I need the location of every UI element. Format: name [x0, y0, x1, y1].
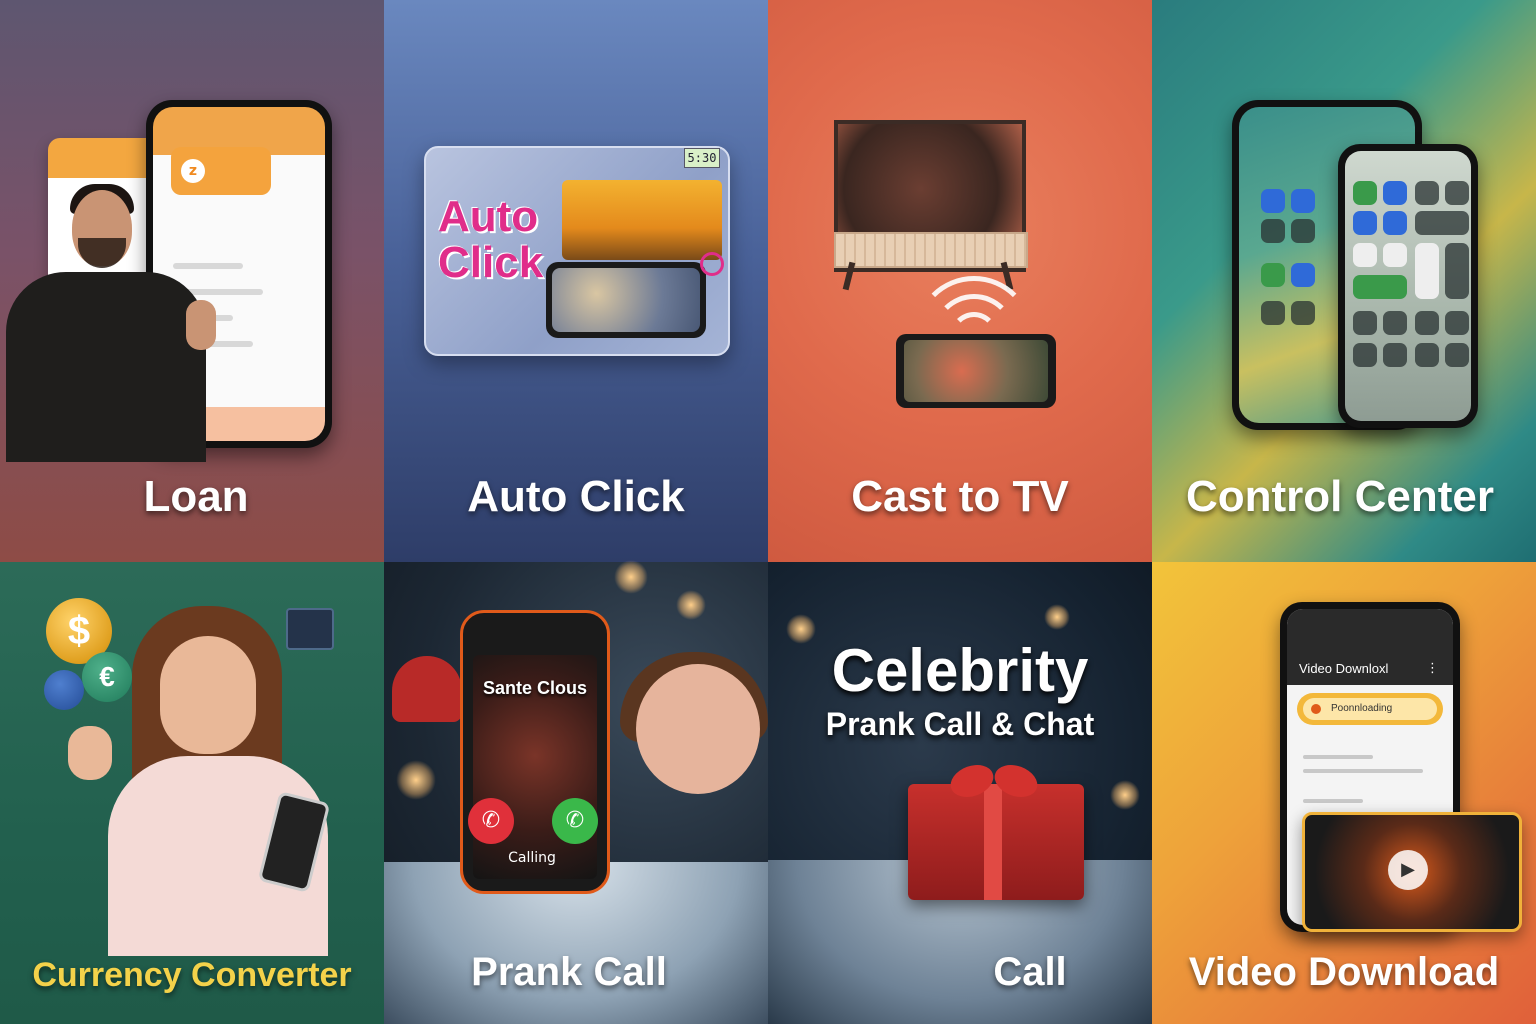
gift-ribbon [984, 784, 1002, 900]
tv-stand [834, 232, 1028, 268]
woman-with-phone [68, 606, 338, 956]
caption-call: Call [993, 950, 1067, 994]
list-line [1303, 769, 1423, 773]
coin-icon [44, 670, 84, 710]
caption-prank-call: Prank Call [471, 950, 667, 994]
target-icon [700, 252, 724, 276]
hangup-icon[interactable]: ✆ [468, 798, 514, 844]
man-pointing [0, 184, 220, 462]
bokeh-light [676, 590, 706, 620]
loan-logo-icon: z [181, 159, 205, 183]
art-title-text: Auto Click [438, 192, 544, 287]
timer-display: 5:30 [684, 148, 720, 168]
caption-control-center: Control Center [1186, 472, 1494, 521]
app-title: Video Downloxl [1299, 661, 1389, 676]
cast-phone [896, 334, 1056, 408]
game-screenshot [562, 180, 722, 260]
santa-hat [392, 656, 462, 722]
caption-cast-to-tv: Cast to TV [851, 472, 1069, 521]
auto-click-phone [546, 262, 706, 338]
call-status: Calling [508, 850, 556, 866]
bokeh-light [1110, 780, 1140, 810]
play-icon[interactable]: ▶ [1388, 850, 1428, 890]
loan-banner: z [171, 147, 271, 195]
celebrity-subtitle: Prank Call & Chat [825, 706, 1095, 742]
bokeh-light [396, 760, 436, 800]
celebrity-title: Celebrity [831, 637, 1089, 704]
download-progress: Poonnloading [1297, 693, 1443, 725]
bokeh-light [614, 560, 648, 594]
girl-face [636, 664, 760, 794]
control-center-phone [1338, 144, 1478, 428]
record-icon [1311, 704, 1321, 714]
list-line [1303, 799, 1363, 803]
caption-currency-converter: Currency Converter [32, 956, 352, 994]
progress-label: Poonnloading [1331, 703, 1393, 714]
app-promo-grid: z Loan 5:30 Auto Click Auto Click Cast t… [0, 0, 1536, 1024]
list-line [1303, 755, 1373, 759]
caption-auto-click: Auto Click [467, 472, 685, 521]
caller-name: Sante Clous [482, 678, 588, 698]
menu-icon[interactable]: ⋮ [1426, 661, 1439, 676]
auto-click-art-title: Auto Click [438, 194, 558, 286]
bokeh-light [1044, 604, 1070, 630]
caption-loan: Loan [143, 472, 249, 521]
caption-video-download: Video Download [1188, 950, 1500, 994]
phone-icon[interactable]: ✆ [552, 798, 598, 844]
